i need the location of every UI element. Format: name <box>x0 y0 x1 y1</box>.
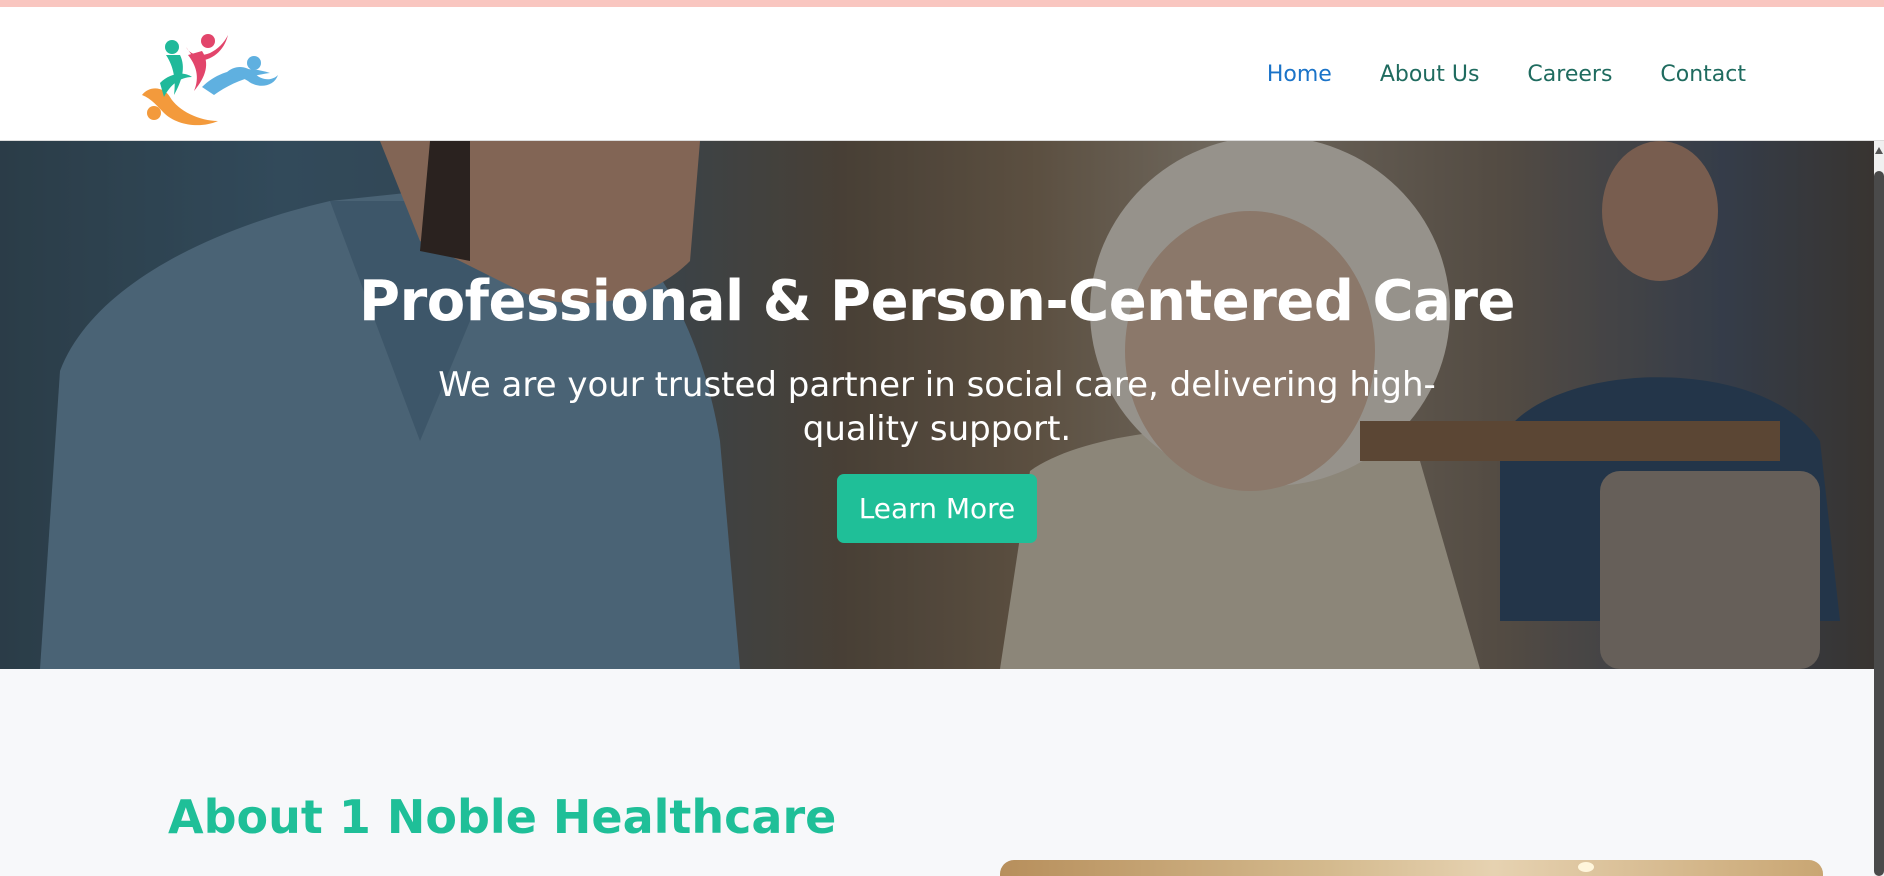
people-logo-icon <box>142 34 278 126</box>
brand-logo[interactable] <box>130 25 280 135</box>
scrollbar-thumb[interactable] <box>1874 171 1884 876</box>
hero-subtitle: We are your trusted partner in social ca… <box>438 365 1436 449</box>
scroll-up-arrow-icon[interactable] <box>1875 147 1883 154</box>
nav-link-careers[interactable]: Careers <box>1527 62 1612 87</box>
ceiling-light-highlight <box>1578 862 1594 872</box>
site-header: Home About Us Careers Contact <box>0 7 1884 141</box>
hero-title: Professional & Person-Centered Care <box>359 269 1515 334</box>
about-section-image <box>1000 860 1823 876</box>
learn-more-button[interactable]: Learn More <box>837 474 1037 543</box>
about-section-title: About 1 Noble Healthcare <box>168 790 837 844</box>
nav-link-home[interactable]: Home <box>1267 62 1332 87</box>
hero-section: Professional & Person-Centered Care We a… <box>0 141 1874 669</box>
page-scrollbar[interactable] <box>1874 141 1884 876</box>
top-accent-strip <box>0 0 1884 7</box>
nav-link-about-us[interactable]: About Us <box>1380 62 1480 87</box>
hero-content: Professional & Person-Centered Care We a… <box>0 141 1874 669</box>
nav-link-contact[interactable]: Contact <box>1660 62 1746 87</box>
main-nav: Home About Us Careers Contact <box>1267 7 1746 141</box>
